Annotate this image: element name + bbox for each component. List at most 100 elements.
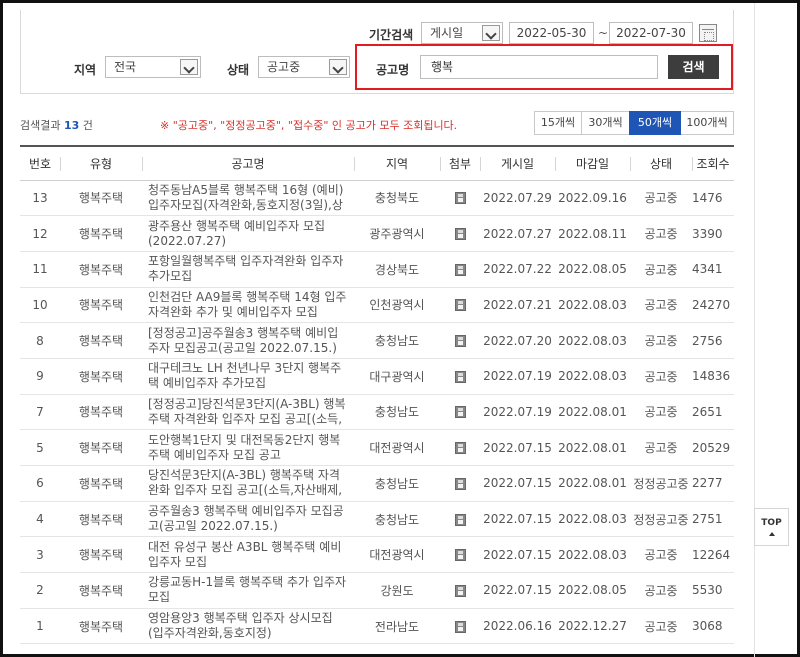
save-disk-icon[interactable] (454, 549, 466, 562)
row-status: 공고중 (630, 287, 692, 324)
row-views: 2751 (692, 501, 734, 538)
table-body: 13 행복주택 청주동남A5블록 행복주택 16형 (예비)입주자모집(자격완화,동… (20, 180, 734, 645)
row-title-link[interactable]: [정정공고]공주월송3 행복주택 예비입주자 모집공고(공고일 2022.07.… (148, 326, 348, 356)
save-disk-icon[interactable] (454, 228, 466, 241)
table-row: 4 행복주택 공주월송3 행복주택 예비입주자 모집공고(공고일 2022.07.1… (20, 501, 734, 538)
row-title-link[interactable]: 청주동남A5블록 행복주택 16형 (예비)입주자모집(자격완화,동호지정(3일… (148, 183, 348, 213)
scroll-top-button[interactable]: TOP (754, 508, 789, 546)
save-disk-icon[interactable] (454, 442, 466, 455)
row-status: 공고중 (630, 536, 692, 574)
row-attachment (440, 608, 480, 645)
column-header: 상태 (630, 145, 692, 181)
row-deadline: 2022.08.05 (555, 572, 630, 609)
row-attachment (440, 287, 480, 324)
row-title-cell: 광주용산 행복주택 예비입주자 모집(2022.07.27) (142, 215, 354, 252)
row-status: 공고중 (630, 572, 692, 609)
row-type: 행복주택 (60, 501, 142, 538)
save-disk-icon[interactable] (454, 584, 466, 597)
row-type: 행복주택 (60, 215, 142, 252)
save-disk-icon[interactable] (454, 263, 466, 276)
search-button[interactable]: 검색 (668, 55, 719, 79)
calendar-icon[interactable] (699, 24, 717, 42)
table-header-row: 번호 유형 공고명 지역 첨부 게시일 마감일 상태 조회수 (20, 145, 734, 181)
row-number: 2 (20, 572, 60, 609)
save-disk-icon[interactable] (454, 335, 466, 348)
row-type: 행복주택 (60, 287, 142, 324)
save-disk-icon[interactable] (454, 299, 466, 312)
table-row: 2 행복주택 강릉교동H-1블록 행복주택 추가 입주자 모집 강원도 2022.07.… (20, 572, 734, 609)
row-views: 5530 (692, 572, 734, 609)
row-status: 공고중 (630, 358, 692, 395)
row-attachment (440, 465, 480, 502)
row-region: 충청북도 (354, 180, 440, 217)
row-number: 10 (20, 287, 60, 324)
row-status: 공고중 (630, 251, 692, 288)
row-title-cell: 영암용앙3 행복주택 입주자 상시모집(입주자격완화,동호지정) (142, 608, 354, 645)
row-number: 4 (20, 501, 60, 538)
row-attachment (440, 429, 480, 466)
region-select[interactable]: 전국 (105, 56, 201, 78)
row-post-date: 2022.07.15 (480, 536, 555, 574)
save-disk-icon[interactable] (454, 370, 466, 383)
row-status: 정정공고중 (630, 465, 692, 502)
row-title-link[interactable]: 인천검단 AA9블록 행복주택 14형 입주자격완화 추가 및 예비입주자 모집… (148, 290, 348, 320)
row-title-link[interactable]: 도안행복1단지 및 대전목동2단지 행복주택 예비입주자 모집 공고(2022.… (148, 433, 348, 463)
save-disk-icon[interactable] (454, 192, 466, 205)
row-post-date: 2022.07.19 (480, 358, 555, 395)
row-post-date: 2022.07.15 (480, 572, 555, 609)
table-row: 11 행복주택 포항일월행복주택 입주자격완화 입주자 추가모집 경상북도 2022.0… (20, 251, 734, 288)
row-attachment (440, 572, 480, 609)
table-row: 3 행복주택 대전 유성구 봉산 A3BL 행복주택 예비입주자 모집 대전광역시 20… (20, 536, 734, 574)
row-views: 14836 (692, 358, 734, 395)
table-row: 13 행복주택 청주동남A5블록 행복주택 16형 (예비)입주자모집(자격완화,동… (20, 180, 734, 217)
status-value: 공고중 (267, 60, 301, 74)
row-title-link[interactable]: 공주월송3 행복주택 예비입주자 모집공고(공고일 2022.07.15.) (148, 504, 348, 534)
per-page-30[interactable]: 30개씩 (581, 111, 630, 135)
save-disk-icon[interactable] (454, 406, 466, 419)
row-deadline: 2022.08.03 (555, 501, 630, 538)
row-title-link[interactable]: 영암용앙3 행복주택 입주자 상시모집(입주자격완화,동호지정) (148, 611, 348, 641)
row-title-cell: [정정공고]당진석문3단지(A-3BL) 행복주택 자격완화 입주자 모집 공고… (142, 394, 354, 431)
save-disk-icon[interactable] (454, 620, 466, 633)
row-post-date: 2022.07.15 (480, 501, 555, 538)
window-frame-left (0, 0, 3, 657)
row-views: 20529 (692, 429, 734, 466)
date-from-input[interactable]: 2022-05-30 (509, 22, 594, 44)
row-type: 행복주택 (60, 251, 142, 288)
row-deadline: 2022.08.03 (555, 536, 630, 574)
date-separator: ~ (598, 26, 609, 40)
column-header: 첨부 (440, 145, 480, 181)
row-title-link[interactable]: 포항일월행복주택 입주자격완화 입주자 추가모집 (148, 254, 348, 284)
row-title-link[interactable]: 광주용산 행복주택 예비입주자 모집(2022.07.27) (148, 219, 348, 249)
period-type-select[interactable]: 게시일 (421, 22, 503, 44)
row-title-link[interactable]: [정정공고]당진석문3단지(A-3BL) 행복주택 자격완화 입주자 모집 공고… (148, 397, 348, 427)
row-number: 13 (20, 180, 60, 217)
row-title-cell: [정정공고]공주월송3 행복주택 예비입주자 모집공고(공고일 2022.07.… (142, 322, 354, 359)
period-type-value: 게시일 (430, 26, 464, 40)
save-disk-icon[interactable] (454, 513, 466, 526)
row-type: 행복주택 (60, 572, 142, 609)
row-region: 충청남도 (354, 394, 440, 431)
row-region: 강원도 (354, 572, 440, 609)
table-row: 10 행복주택 인천검단 AA9블록 행복주택 14형 입주자격완화 추가 및 예비… (20, 287, 734, 324)
keyword-input[interactable]: 행복 (420, 55, 658, 79)
row-number: 8 (20, 322, 60, 359)
row-title-link[interactable]: 당진석문3단지(A-3BL) 행복주택 자격완화 입주자 모집 공고[(소득,자… (148, 468, 348, 498)
save-disk-icon[interactable] (454, 477, 466, 490)
row-title-link[interactable]: 강릉교동H-1블록 행복주택 추가 입주자 모집 (148, 575, 348, 605)
per-page-100[interactable]: 100개씩 (680, 111, 734, 135)
row-views: 4341 (692, 251, 734, 288)
row-number: 11 (20, 251, 60, 288)
row-status: 공고중 (630, 180, 692, 217)
row-title-link[interactable]: 대구테크노 LH 천년나무 3단지 행복주택 예비입주자 추가모집 (148, 361, 348, 391)
region-value: 전국 (114, 60, 137, 74)
row-title-cell: 청주동남A5블록 행복주택 16형 (예비)입주자모집(자격완화,동호지정(3일… (142, 180, 354, 217)
per-page-50[interactable]: 50개씩 (629, 111, 681, 135)
row-number: 12 (20, 215, 60, 252)
date-to-input[interactable]: 2022-07-30 (609, 22, 693, 44)
status-select[interactable]: 공고중 (258, 56, 350, 78)
per-page-15[interactable]: 15개씩 (534, 111, 582, 135)
row-title-link[interactable]: 대전 유성구 봉산 A3BL 행복주택 예비입주자 모집 (148, 540, 348, 570)
row-post-date: 2022.07.15 (480, 429, 555, 466)
row-type: 행복주택 (60, 608, 142, 645)
